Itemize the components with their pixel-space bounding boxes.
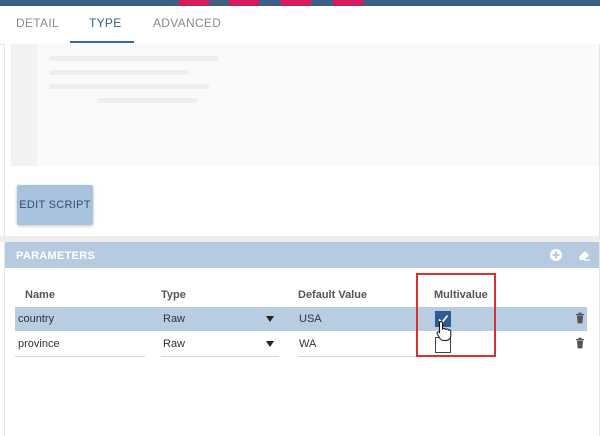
parameter-row-province[interactable]: province Raw WA [15,332,587,356]
chevron-down-icon[interactable] [266,341,274,347]
code-line [49,56,219,61]
column-header-type: Type [161,289,186,301]
trash-icon[interactable] [575,337,585,349]
chevron-down-icon[interactable] [266,316,274,322]
parameters-panel: PARAMETERS Name Type Default Value Multi… [4,242,600,436]
parameter-default-value[interactable]: WA [299,338,316,350]
script-editor-panel: EDIT SCRIPT [4,44,600,237]
tab-type[interactable]: TYPE [89,16,122,30]
parameter-type[interactable]: Raw [163,338,185,350]
plus-circle-icon[interactable] [549,248,563,262]
parameter-row-country[interactable]: country Raw USA [15,307,587,331]
parameter-default-value[interactable]: USA [299,313,322,325]
field-underline [15,356,145,357]
edit-script-button[interactable]: EDIT SCRIPT [17,185,93,225]
line-number-gutter [11,44,37,166]
code-line [49,70,189,75]
tab-detail[interactable]: DETAIL [16,16,59,30]
trash-icon[interactable] [575,312,585,324]
tab-bar: DETAIL TYPE ADVANCED [0,6,600,45]
parameter-name[interactable]: country [18,313,54,325]
field-underline [161,356,279,357]
column-header-default-value: Default Value [298,289,368,301]
parameter-name[interactable]: province [18,338,60,350]
multivalue-highlight [416,273,496,357]
field-underline [298,356,416,357]
hand-cursor-icon [436,320,452,341]
parameter-type[interactable]: Raw [163,313,185,325]
tab-advanced[interactable]: ADVANCED [153,16,221,30]
parameters-header: PARAMETERS [5,242,599,268]
column-header-name: Name [25,289,55,301]
eraser-icon[interactable] [577,248,591,262]
parameters-title: PARAMETERS [16,250,96,262]
code-line [49,84,209,89]
active-tab-indicator [70,41,134,43]
code-line [97,98,197,103]
script-code-area[interactable] [37,44,599,166]
